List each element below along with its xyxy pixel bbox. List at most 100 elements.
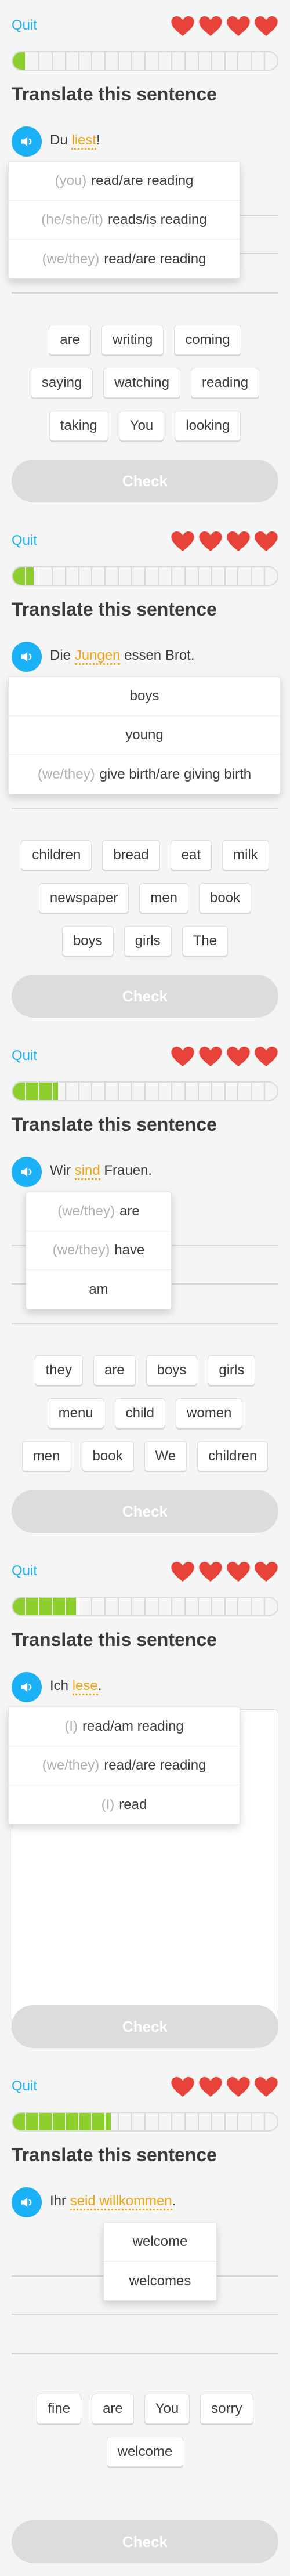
progress-tick (238, 1083, 252, 1100)
heart-icon (227, 16, 250, 37)
word-chip[interactable]: milk (222, 840, 269, 870)
word-chip[interactable]: are (49, 325, 91, 355)
progress-tick (53, 52, 66, 70)
word-chip[interactable]: menu (47, 1398, 104, 1428)
highlighted-word[interactable]: sind (74, 1163, 100, 1180)
word-chip[interactable]: You (144, 2394, 190, 2424)
word-chip[interactable]: reading (191, 368, 260, 398)
word-bank-row: newspaper men book (0, 883, 290, 913)
word-chip[interactable]: are (92, 2394, 134, 2424)
word-chip[interactable]: writing (101, 325, 164, 355)
highlighted-word[interactable]: seid willkommen (70, 2193, 172, 2210)
prompt-sentence: Ich lese. (50, 1678, 102, 1695)
translation-hint-popup: (we/they) are (we/they) have am (26, 1192, 172, 1309)
progress-tick (159, 1083, 172, 1100)
word-chip[interactable]: We (144, 1441, 187, 1471)
word-bank-row: they are boys girls (0, 1355, 290, 1385)
quit-button[interactable]: Quit (12, 533, 37, 549)
check-button[interactable]: Check (12, 2520, 278, 2563)
check-button[interactable]: Check (12, 975, 278, 1018)
word-bank-row: children bread eat milk (0, 840, 290, 870)
quit-button[interactable]: Quit (12, 1563, 37, 1579)
progress-tick (212, 567, 226, 585)
page-title: Translate this sentence (12, 2144, 217, 2165)
progress-tick (159, 2113, 172, 2130)
speaker-button[interactable] (12, 1672, 42, 1702)
quit-button[interactable]: Quit (12, 2078, 37, 2094)
word-chip[interactable]: girls (124, 926, 172, 956)
hearts (171, 1561, 278, 1583)
word-chip[interactable]: boys (146, 1355, 198, 1385)
highlighted-word[interactable]: liest (71, 132, 97, 150)
progress-tick (172, 1598, 186, 1615)
word-chip[interactable]: boys (61, 926, 114, 956)
check-button[interactable]: Check (12, 1490, 278, 1533)
word-chip[interactable]: book (199, 883, 252, 913)
word-bank-row: boys girls The (0, 926, 290, 956)
word-chip[interactable]: newspaper (38, 883, 129, 913)
word-chip[interactable]: coming (174, 325, 241, 355)
word-chip[interactable]: saying (30, 368, 93, 398)
word-chip[interactable]: are (93, 1355, 136, 1385)
prompt-sentence: Du liest! (50, 132, 100, 150)
word-chip[interactable]: sorry (200, 2394, 253, 2424)
progress-tick (79, 52, 93, 70)
speaker-button[interactable] (12, 1157, 42, 1187)
hint-row: (I) read (9, 1785, 240, 1824)
word-chip[interactable]: men (21, 1441, 71, 1471)
word-chip[interactable]: fine (37, 2394, 82, 2424)
word-chip[interactable]: child (114, 1398, 166, 1428)
hint-text: read/are reading (104, 251, 206, 267)
highlighted-word[interactable]: lese (72, 1678, 98, 1695)
word-chip[interactable]: women (176, 1398, 243, 1428)
progress-tick (119, 1083, 133, 1100)
word-chip[interactable]: bread (102, 840, 160, 870)
speaker-button[interactable] (12, 2187, 42, 2217)
progress-ticks (13, 567, 277, 585)
hint-row: (I) read/am reading (9, 1707, 240, 1746)
progress-tick (39, 52, 53, 70)
progress-tick (53, 2113, 66, 2130)
word-chip[interactable]: looking (175, 411, 241, 441)
quit-button[interactable]: Quit (12, 17, 37, 34)
heart-icon (199, 1046, 222, 1067)
progress-tick (79, 1083, 93, 1100)
word-chip[interactable]: The (182, 926, 229, 956)
answer-line (12, 2314, 278, 2315)
progress-tick (26, 567, 39, 585)
progress-tick (66, 2113, 79, 2130)
sentence-text: Wir (50, 1163, 75, 1178)
hearts (171, 1045, 278, 1068)
word-chip[interactable]: men (139, 883, 189, 913)
check-button[interactable]: Check (12, 2005, 278, 2048)
progress-tick (186, 2113, 199, 2130)
word-chip[interactable]: children (21, 840, 92, 870)
word-chip[interactable]: they (34, 1355, 83, 1385)
word-chip[interactable]: eat (170, 840, 212, 870)
word-chip[interactable]: book (81, 1441, 134, 1471)
word-chip[interactable]: children (197, 1441, 269, 1471)
check-button[interactable]: Check (12, 460, 278, 502)
sentence-text: Du (50, 132, 72, 148)
word-chip[interactable]: watching (103, 368, 181, 398)
word-chip[interactable]: You (118, 411, 165, 441)
word-bank: they are boys girls menu child women men book We c… (0, 1355, 290, 1484)
word-chip[interactable]: taking (49, 411, 108, 441)
exercise-screen: Quit Translate this sentence Ihr seid will… (0, 2061, 290, 2576)
word-bank-row: are writing coming (0, 325, 290, 355)
highlighted-word[interactable]: Jungen (74, 647, 121, 665)
sentence-text: . (172, 2193, 176, 2209)
speaker-button[interactable] (12, 126, 42, 157)
hint-row: (we/they) read/are reading (9, 240, 240, 278)
progress-tick (172, 567, 186, 585)
speaker-button[interactable] (12, 642, 42, 672)
progress-tick (265, 567, 277, 585)
heart-icon (171, 16, 194, 37)
speaker-icon (21, 1167, 32, 1177)
hearts (171, 15, 278, 37)
word-chip[interactable]: welcome (106, 2437, 184, 2467)
progress-tick (186, 1598, 199, 1615)
progress-tick (159, 567, 172, 585)
word-chip[interactable]: girls (208, 1355, 256, 1385)
quit-button[interactable]: Quit (12, 1048, 37, 1064)
